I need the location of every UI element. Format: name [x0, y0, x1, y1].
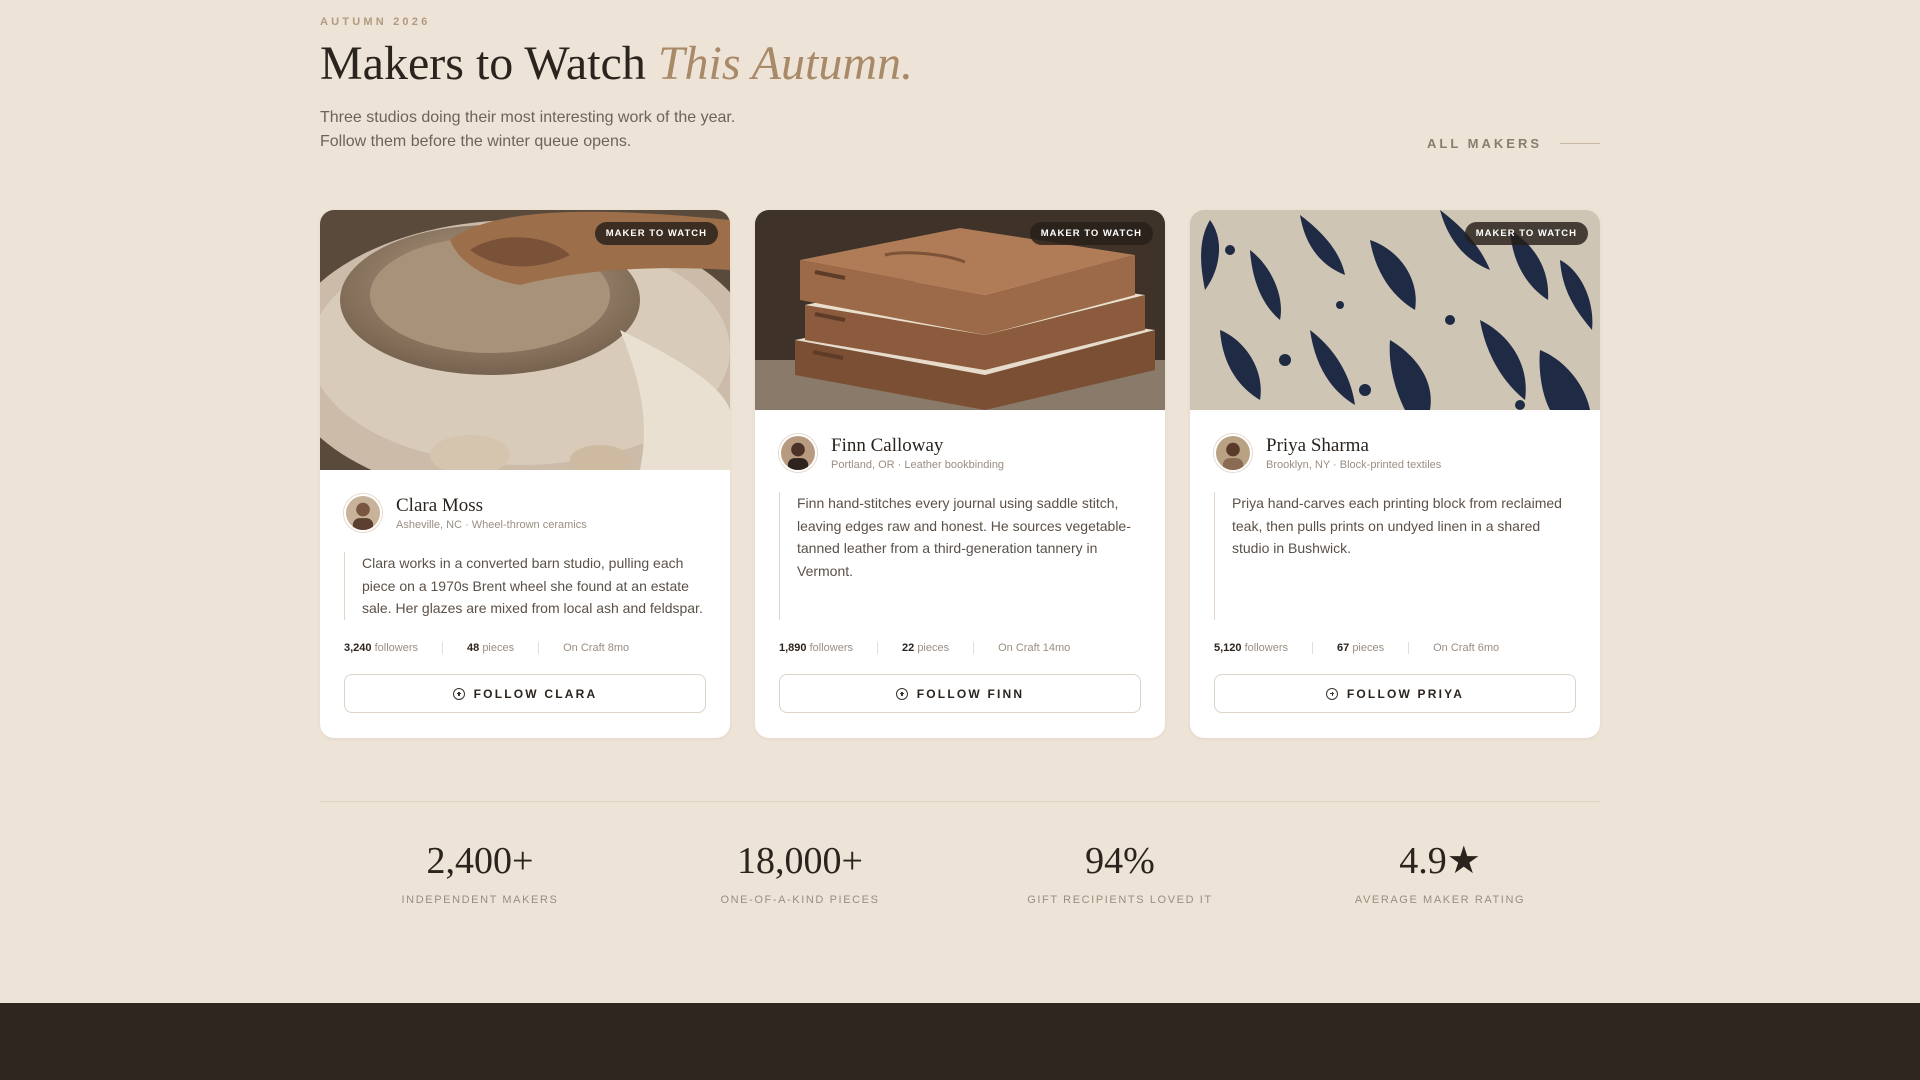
maker-quote: Priya hand-carves each printing block fr… — [1214, 492, 1576, 620]
maker-header: Finn Calloway Portland, OR · Leather boo… — [755, 434, 1165, 472]
metric-label: ONE-OF-A-KIND PIECES — [720, 894, 880, 906]
maker-name[interactable]: Clara Moss — [396, 495, 587, 517]
followers-stat: 3,240 followers — [344, 642, 443, 654]
metric-rating: 4.9★ AVERAGE MAKER RATING — [1300, 838, 1580, 906]
plus-circle-icon — [1325, 687, 1338, 700]
avatar — [344, 494, 382, 532]
title-main: Makers to Watch — [320, 37, 646, 90]
leather-books-image: MAKER TO WATCH — [755, 210, 1165, 410]
arrow-line-icon — [1560, 143, 1600, 144]
metric-value: 2,400+ — [426, 840, 534, 882]
followers-label: followers — [809, 642, 853, 654]
metric-label: GIFT RECIPIENTS LOVED IT — [1027, 894, 1213, 906]
pieces-count: 22 — [902, 642, 915, 654]
maker-meta: Asheville, NC · Wheel-thrown ceramics — [396, 519, 587, 531]
followers-stat: 1,890 followers — [779, 642, 878, 654]
maker-card-finn[interactable]: MAKER TO WATCH Finn Calloway Portland, O… — [755, 210, 1165, 738]
metric-value: 4.9★ — [1399, 840, 1481, 882]
metric-pieces: 18,000+ ONE-OF-A-KIND PIECES — [660, 838, 940, 906]
follow-priya-button[interactable]: FOLLOW PRIYA — [1214, 674, 1576, 713]
tenure-stat: On Craft 14mo — [998, 642, 1071, 654]
maker-badge: MAKER TO WATCH — [1464, 222, 1588, 245]
pieces-stat: 67 pieces — [1337, 642, 1410, 654]
pieces-count: 67 — [1337, 642, 1350, 654]
pottery-wheel-image: MAKER TO WATCH — [320, 210, 730, 470]
maker-stats: 1,890 followers 22 pieces On Craft 14mo — [779, 642, 1141, 654]
tenure-stat: On Craft 8mo — [563, 642, 630, 654]
follow-label: FOLLOW CLARA — [473, 686, 598, 701]
section-subtitle: Three studios doing their most interesti… — [320, 106, 840, 154]
maker-name[interactable]: Finn Calloway — [831, 435, 1004, 457]
maker-meta: Brooklyn, NY · Block-printed textiles — [1266, 459, 1442, 471]
maker-card-clara[interactable]: MAKER TO WATCH Clara Moss Asheville, NC … — [320, 210, 730, 738]
maker-name[interactable]: Priya Sharma — [1266, 435, 1441, 457]
site-footer — [0, 1003, 1920, 1080]
followers-label: followers — [374, 642, 418, 654]
platform-metrics: 2,400+ INDEPENDENT MAKERS 18,000+ ONE-OF… — [320, 838, 1600, 906]
plus-circle-icon — [895, 687, 908, 700]
follow-clara-button[interactable]: FOLLOW CLARA — [344, 674, 706, 713]
followers-count: 1,890 — [779, 642, 807, 654]
pieces-label: pieces — [482, 642, 515, 654]
maker-badge: MAKER TO WATCH — [594, 222, 718, 245]
followers-count: 3,240 — [344, 642, 372, 654]
block-print-fabric-image: MAKER TO WATCH — [1190, 210, 1600, 410]
maker-card-priya[interactable]: MAKER TO WATCH Priya Sharma Brooklyn, NY… — [1190, 210, 1600, 738]
title-accent: This Autumn. — [657, 37, 913, 90]
maker-stats: 3,240 followers 48 pieces On Craft 8mo — [344, 642, 706, 654]
pieces-stat: 22 pieces — [902, 642, 975, 654]
tenure-stat: On Craft 6mo — [1433, 642, 1500, 654]
metric-recipients: 94% GIFT RECIPIENTS LOVED IT — [980, 838, 1260, 906]
metric-label: INDEPENDENT MAKERS — [401, 894, 559, 906]
metric-label: AVERAGE MAKER RATING — [1354, 894, 1526, 906]
subtitle-line-2: Follow them before the winter queue open… — [320, 133, 632, 150]
all-makers-link[interactable]: ALL MAKERS — [1427, 136, 1600, 151]
pieces-stat: 48 pieces — [467, 642, 540, 654]
metric-makers: 2,400+ INDEPENDENT MAKERS — [340, 838, 620, 906]
pieces-label: pieces — [917, 642, 950, 654]
maker-header: Priya Sharma Brooklyn, NY · Block-printe… — [1190, 434, 1600, 472]
followers-label: followers — [1244, 642, 1288, 654]
followers-stat: 5,120 followers — [1214, 642, 1313, 654]
maker-cards: MAKER TO WATCH Clara Moss Asheville, NC … — [320, 210, 1600, 738]
metric-value: 94% — [1085, 840, 1155, 882]
follow-label: FOLLOW PRIYA — [1346, 686, 1465, 701]
all-makers-label: ALL MAKERS — [1427, 136, 1542, 151]
plus-circle-icon — [452, 687, 465, 700]
maker-quote: Finn hand-stitches every journal using s… — [779, 492, 1141, 620]
avatar — [1214, 434, 1252, 472]
maker-quote: Clara works in a converted barn studio, … — [344, 552, 706, 620]
follow-label: FOLLOW FINN — [916, 686, 1025, 701]
pieces-label: pieces — [1352, 642, 1385, 654]
section-divider — [320, 801, 1600, 802]
followers-count: 5,120 — [1214, 642, 1242, 654]
maker-meta: Portland, OR · Leather bookbinding — [831, 459, 1005, 471]
maker-header: Clara Moss Asheville, NC · Wheel-thrown … — [320, 494, 730, 532]
maker-stats: 5,120 followers 67 pieces On Craft 6mo — [1214, 642, 1576, 654]
follow-finn-button[interactable]: FOLLOW FINN — [779, 674, 1141, 713]
subtitle-line-1: Three studios doing their most interesti… — [320, 109, 736, 126]
pieces-count: 48 — [467, 642, 480, 654]
metric-value: 18,000+ — [737, 840, 863, 882]
maker-badge: MAKER TO WATCH — [1029, 222, 1153, 245]
section-eyebrow: AUTUMN 2026 — [320, 16, 431, 28]
avatar — [779, 434, 817, 472]
page-title: Makers to Watch This Autumn. — [320, 36, 913, 91]
